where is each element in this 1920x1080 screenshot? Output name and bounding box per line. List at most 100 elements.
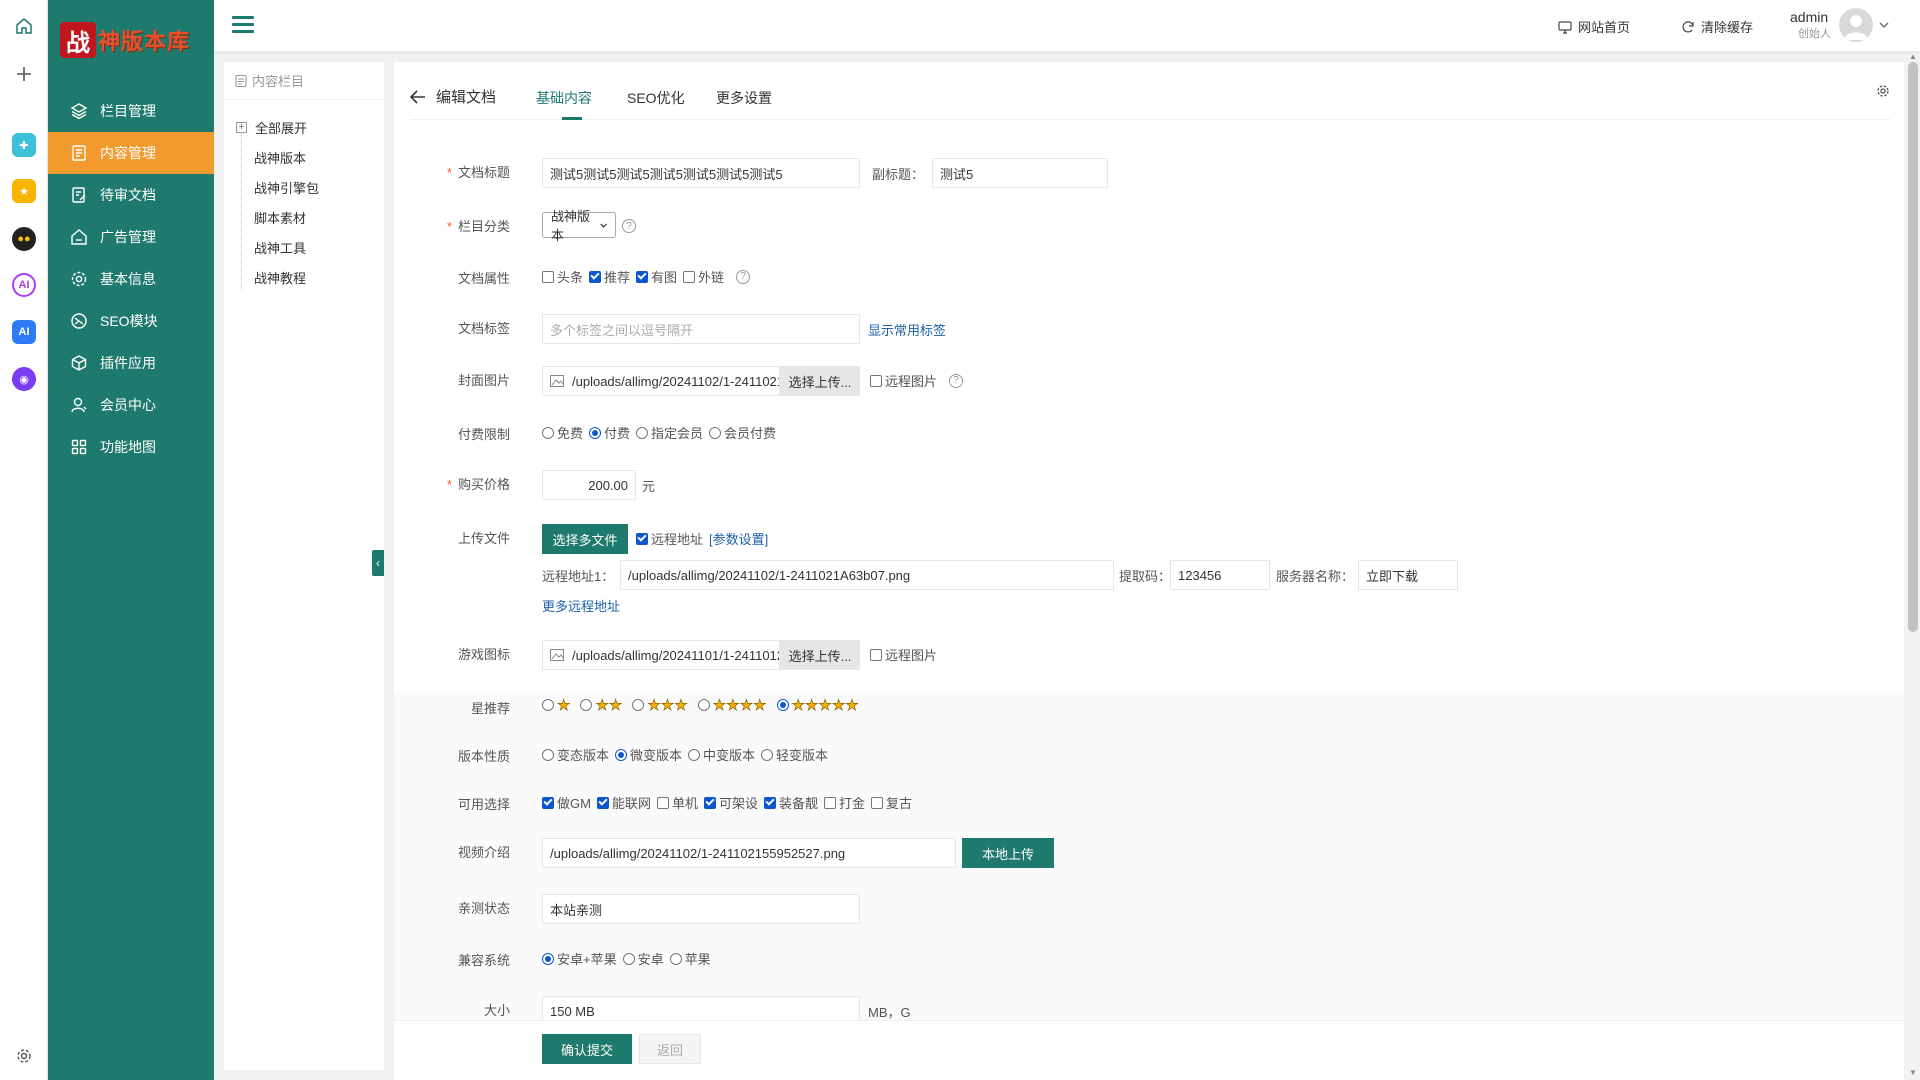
option-gm-checkbox[interactable]: 做GM — [542, 793, 591, 812]
attr-external-checkbox[interactable]: 外链 — [683, 267, 724, 286]
version-type-label: 版本性质 — [457, 749, 510, 764]
remote1-input[interactable]: /uploads/allimg/20241102/1-2411021A63b07… — [620, 560, 1114, 590]
attr-image-checkbox[interactable]: 有图 — [636, 267, 677, 286]
settings-icon[interactable] — [12, 1044, 36, 1068]
scroll-up-icon[interactable]: ▲ — [1908, 52, 1918, 62]
version-light-radio[interactable]: 轻变版本 — [761, 745, 828, 764]
tree-expand-all[interactable]: + 全部展开 — [236, 118, 307, 137]
code-input[interactable]: 123456 — [1170, 560, 1270, 590]
local-upload-button[interactable]: 本地上传 — [962, 838, 1054, 868]
avatar[interactable] — [1839, 8, 1873, 42]
tree-item[interactable]: 脚本素材 — [254, 208, 306, 227]
version-mid-radio[interactable]: 中变版本 — [688, 745, 755, 764]
option-retro-checkbox[interactable]: 复古 — [871, 793, 912, 812]
size-label: 大小 — [483, 1003, 510, 1018]
param-settings-link[interactable]: [参数设置] — [709, 529, 768, 548]
page-title: 编辑文档 — [436, 89, 497, 106]
menu-toggle-icon[interactable] — [232, 16, 254, 34]
upload-remote-group: 远程地址 [参数设置] — [636, 529, 768, 548]
return-button[interactable]: 返回 — [639, 1034, 701, 1064]
title-input[interactable]: 测试5测试5测试5测试5测试5测试5测试5 — [542, 158, 860, 188]
version-bt-radio[interactable]: 变态版本 — [542, 745, 609, 764]
tree-item[interactable]: 战神引擎包 — [254, 178, 319, 197]
attr-headline-checkbox[interactable]: 头条 — [542, 267, 583, 286]
tab-seo[interactable]: SEO优化 — [627, 88, 685, 108]
tags-input[interactable]: 多个标签之间以逗号隔开 — [542, 314, 860, 344]
scrollbar[interactable] — [1908, 62, 1918, 632]
tab-basic[interactable]: 基础内容 — [536, 88, 592, 108]
option-hostable-checkbox[interactable]: 可架设 — [703, 793, 758, 812]
pay-paid-radio[interactable]: 付费 — [589, 423, 630, 442]
help-icon[interactable]: ? — [949, 373, 964, 388]
system-android-radio[interactable]: 安卓 — [622, 949, 664, 968]
star-4-radio[interactable]: ★★★★ — [697, 696, 767, 714]
tree-item[interactable]: 战神工具 — [254, 238, 306, 257]
sidebar-item-ads[interactable]: 广告管理 — [48, 216, 214, 258]
remote-address-checkbox[interactable]: 远程地址 — [636, 529, 703, 548]
upload-files-button[interactable]: 选择多文件 — [542, 524, 628, 554]
server-input[interactable]: 立即下载 — [1358, 560, 1458, 590]
app-q-icon[interactable]: ◉ — [12, 367, 36, 391]
system-both-radio[interactable]: 安卓+苹果 — [542, 949, 617, 968]
logo[interactable]: 战 神版本库 — [60, 20, 200, 60]
gear-icon[interactable] — [1876, 84, 1890, 101]
pay-member-radio[interactable]: 指定会员 — [636, 423, 703, 442]
tree-guide-line — [241, 132, 242, 290]
tree-item[interactable]: 战神版本 — [254, 148, 306, 167]
star-3-radio[interactable]: ★★★ — [632, 696, 688, 714]
app-ai-icon[interactable]: AI — [12, 273, 36, 297]
category-select[interactable]: 战神版本 — [542, 209, 616, 243]
sidebar-item-plugins[interactable]: 插件应用 — [48, 342, 214, 384]
sidebar-item-members[interactable]: 会员中心 — [48, 384, 214, 426]
sidebar-item-map[interactable]: 功能地图 — [48, 426, 214, 468]
user-menu[interactable]: admin 创始人 — [1790, 8, 1889, 42]
tab-more[interactable]: 更多设置 — [716, 88, 772, 108]
site-home-link[interactable]: 网站首页 — [1558, 17, 1630, 36]
more-remote-link[interactable]: 更多远程地址 — [542, 596, 620, 615]
sidebar-item-basic[interactable]: 基本信息 — [48, 258, 214, 300]
star-2-radio[interactable]: ★★ — [580, 696, 623, 714]
sidebar-item-content[interactable]: 内容管理 — [48, 132, 214, 174]
cover-path-input[interactable]: /uploads/allimg/20241102/1-2411021559 — [542, 366, 780, 396]
document-icon — [72, 145, 86, 161]
option-gear-checkbox[interactable]: 装备靓 — [764, 793, 818, 812]
app-ai2-icon[interactable]: AI — [12, 320, 36, 344]
back-button[interactable]: 编辑文档 — [410, 86, 496, 107]
system-ios-radio[interactable]: 苹果 — [669, 949, 711, 968]
help-icon[interactable]: ? — [736, 269, 751, 284]
video-path-input[interactable]: /uploads/allimg/20241102/1-2411021559525… — [542, 838, 956, 868]
sidebar-item-seo[interactable]: SEO模块 — [48, 300, 214, 342]
game-icon-upload-button[interactable]: 选择上传... — [780, 640, 860, 670]
tree-item[interactable]: 战神教程 — [254, 268, 306, 287]
cover-remote-checkbox[interactable]: 远程图片 — [870, 371, 937, 390]
star-1-radio[interactable]: ★ — [542, 696, 571, 714]
app-chat-icon[interactable]: ●● — [12, 227, 36, 251]
option-online-checkbox[interactable]: 能联网 — [596, 793, 651, 812]
tested-input[interactable]: 本站亲测 — [542, 894, 860, 924]
game-icon-path-input[interactable]: /uploads/allimg/20241101/1-2411012313 — [542, 640, 780, 670]
game-icon-remote-checkbox[interactable]: 远程图片 — [870, 645, 937, 664]
app-star-icon[interactable]: ★ — [12, 179, 36, 203]
option-single-checkbox[interactable]: 单机 — [656, 793, 698, 812]
version-micro-radio[interactable]: 微变版本 — [615, 745, 682, 764]
home-icon[interactable] — [12, 14, 36, 38]
show-tags-link[interactable]: 显示常用标签 — [868, 320, 946, 339]
app-bot-icon[interactable]: ✚ — [12, 133, 36, 157]
star-5-radio[interactable]: ★★★★★ — [776, 696, 859, 714]
subtitle-input[interactable]: 测试5 — [932, 158, 1108, 188]
sidebar-item-pending[interactable]: 待审文档 — [48, 174, 214, 216]
clear-cache-link[interactable]: 清除缓存 — [1681, 17, 1753, 36]
system-group: 安卓+苹果 安卓 苹果 — [542, 949, 717, 968]
collapse-tree-button[interactable]: ‹ — [372, 550, 384, 576]
cover-upload-button[interactable]: 选择上传... — [780, 366, 860, 396]
option-gold-checkbox[interactable]: 打金 — [824, 793, 865, 812]
help-icon[interactable]: ? — [622, 219, 636, 233]
sidebar-item-columns[interactable]: 栏目管理 — [48, 90, 214, 132]
price-input[interactable]: 200.00 — [542, 470, 636, 500]
pay-free-radio[interactable]: 免费 — [542, 423, 583, 442]
pay-member-paid-radio[interactable]: 会员付费 — [709, 423, 776, 442]
attr-recommend-checkbox[interactable]: 推荐 — [589, 267, 630, 286]
add-icon[interactable] — [12, 62, 36, 86]
scroll-down-icon[interactable]: ▼ — [1908, 1068, 1918, 1078]
submit-button[interactable]: 确认提交 — [542, 1034, 632, 1064]
